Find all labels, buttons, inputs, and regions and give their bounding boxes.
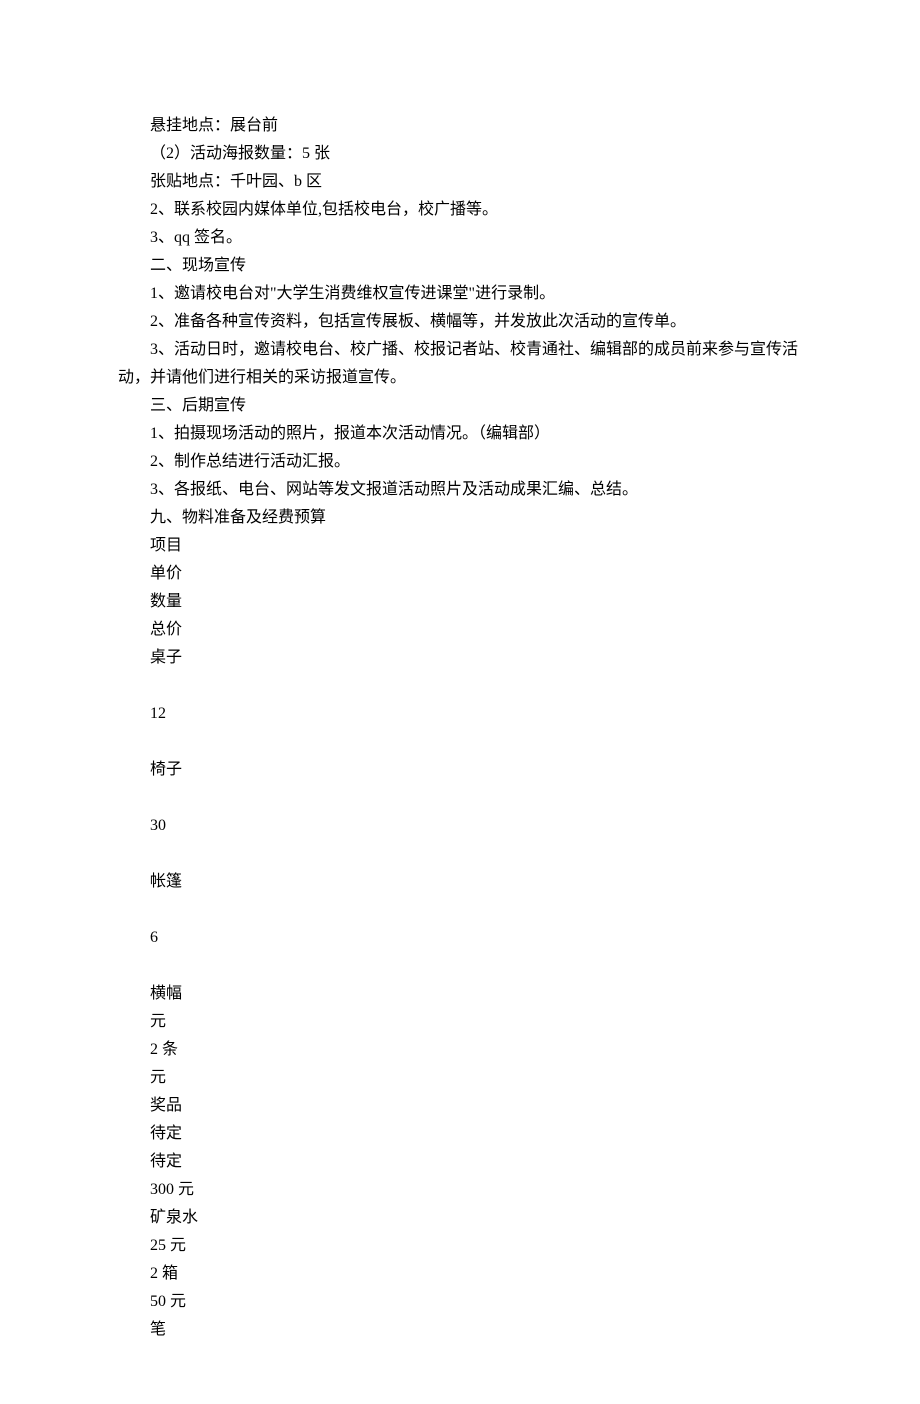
text-line: 1、拍摄现场活动的照片，报道本次活动情况。（编辑部） bbox=[118, 420, 802, 448]
text-line: 矿泉水 bbox=[118, 1204, 802, 1232]
text-line: 6 bbox=[118, 924, 802, 952]
text-line: 300 元 bbox=[118, 1176, 802, 1204]
text-line: 3、qq 签名。 bbox=[118, 224, 802, 252]
text-line: 笔 bbox=[118, 1316, 802, 1344]
text-line bbox=[118, 784, 802, 812]
text-line: 2 条 bbox=[118, 1036, 802, 1064]
text-line: 张贴地点：千叶园、b 区 bbox=[118, 168, 802, 196]
text-line: 横幅 bbox=[118, 980, 802, 1008]
text-line: 悬挂地点：展台前 bbox=[118, 112, 802, 140]
text-line: （2）活动海报数量：5 张 bbox=[118, 140, 802, 168]
text-line: 元 bbox=[118, 1064, 802, 1092]
text-line: 桌子 bbox=[118, 644, 802, 672]
text-line bbox=[118, 728, 802, 756]
text-line bbox=[118, 840, 802, 868]
text-line: 九、物料准备及经费预算 bbox=[118, 504, 802, 532]
text-line bbox=[118, 896, 802, 924]
text-line: 待定 bbox=[118, 1120, 802, 1148]
text-line: 25 元 bbox=[118, 1232, 802, 1260]
text-line: 3、活动日时，邀请校电台、校广播、校报记者站、校青通社、编辑部的成员前来参与宣传… bbox=[118, 336, 802, 392]
text-line: 奖品 bbox=[118, 1092, 802, 1120]
text-line: 单价 bbox=[118, 560, 802, 588]
text-line: 2、联系校园内媒体单位,包括校电台，校广播等。 bbox=[118, 196, 802, 224]
text-line bbox=[118, 952, 802, 980]
text-line: 帐篷 bbox=[118, 868, 802, 896]
text-line: 椅子 bbox=[118, 756, 802, 784]
text-line: 三、后期宣传 bbox=[118, 392, 802, 420]
text-line: 2、制作总结进行活动汇报。 bbox=[118, 448, 802, 476]
text-line: 2、准备各种宣传资料，包括宣传展板、横幅等，并发放此次活动的宣传单。 bbox=[118, 308, 802, 336]
text-line: 12 bbox=[118, 700, 802, 728]
text-line: 50 元 bbox=[118, 1288, 802, 1316]
text-line: 30 bbox=[118, 812, 802, 840]
text-line: 2 箱 bbox=[118, 1260, 802, 1288]
text-line: 项目 bbox=[118, 532, 802, 560]
document-page: 悬挂地点：展台前（2）活动海报数量：5 张张贴地点：千叶园、b 区2、联系校园内… bbox=[0, 0, 920, 1404]
text-line: 二、现场宣传 bbox=[118, 252, 802, 280]
text-line: 总价 bbox=[118, 616, 802, 644]
text-line: 数量 bbox=[118, 588, 802, 616]
text-line: 待定 bbox=[118, 1148, 802, 1176]
text-line: 元 bbox=[118, 1008, 802, 1036]
text-line: 1、邀请校电台对"大学生消费维权宣传进课堂"进行录制。 bbox=[118, 280, 802, 308]
text-line: 3、各报纸、电台、网站等发文报道活动照片及活动成果汇编、总结。 bbox=[118, 476, 802, 504]
text-line bbox=[118, 672, 802, 700]
